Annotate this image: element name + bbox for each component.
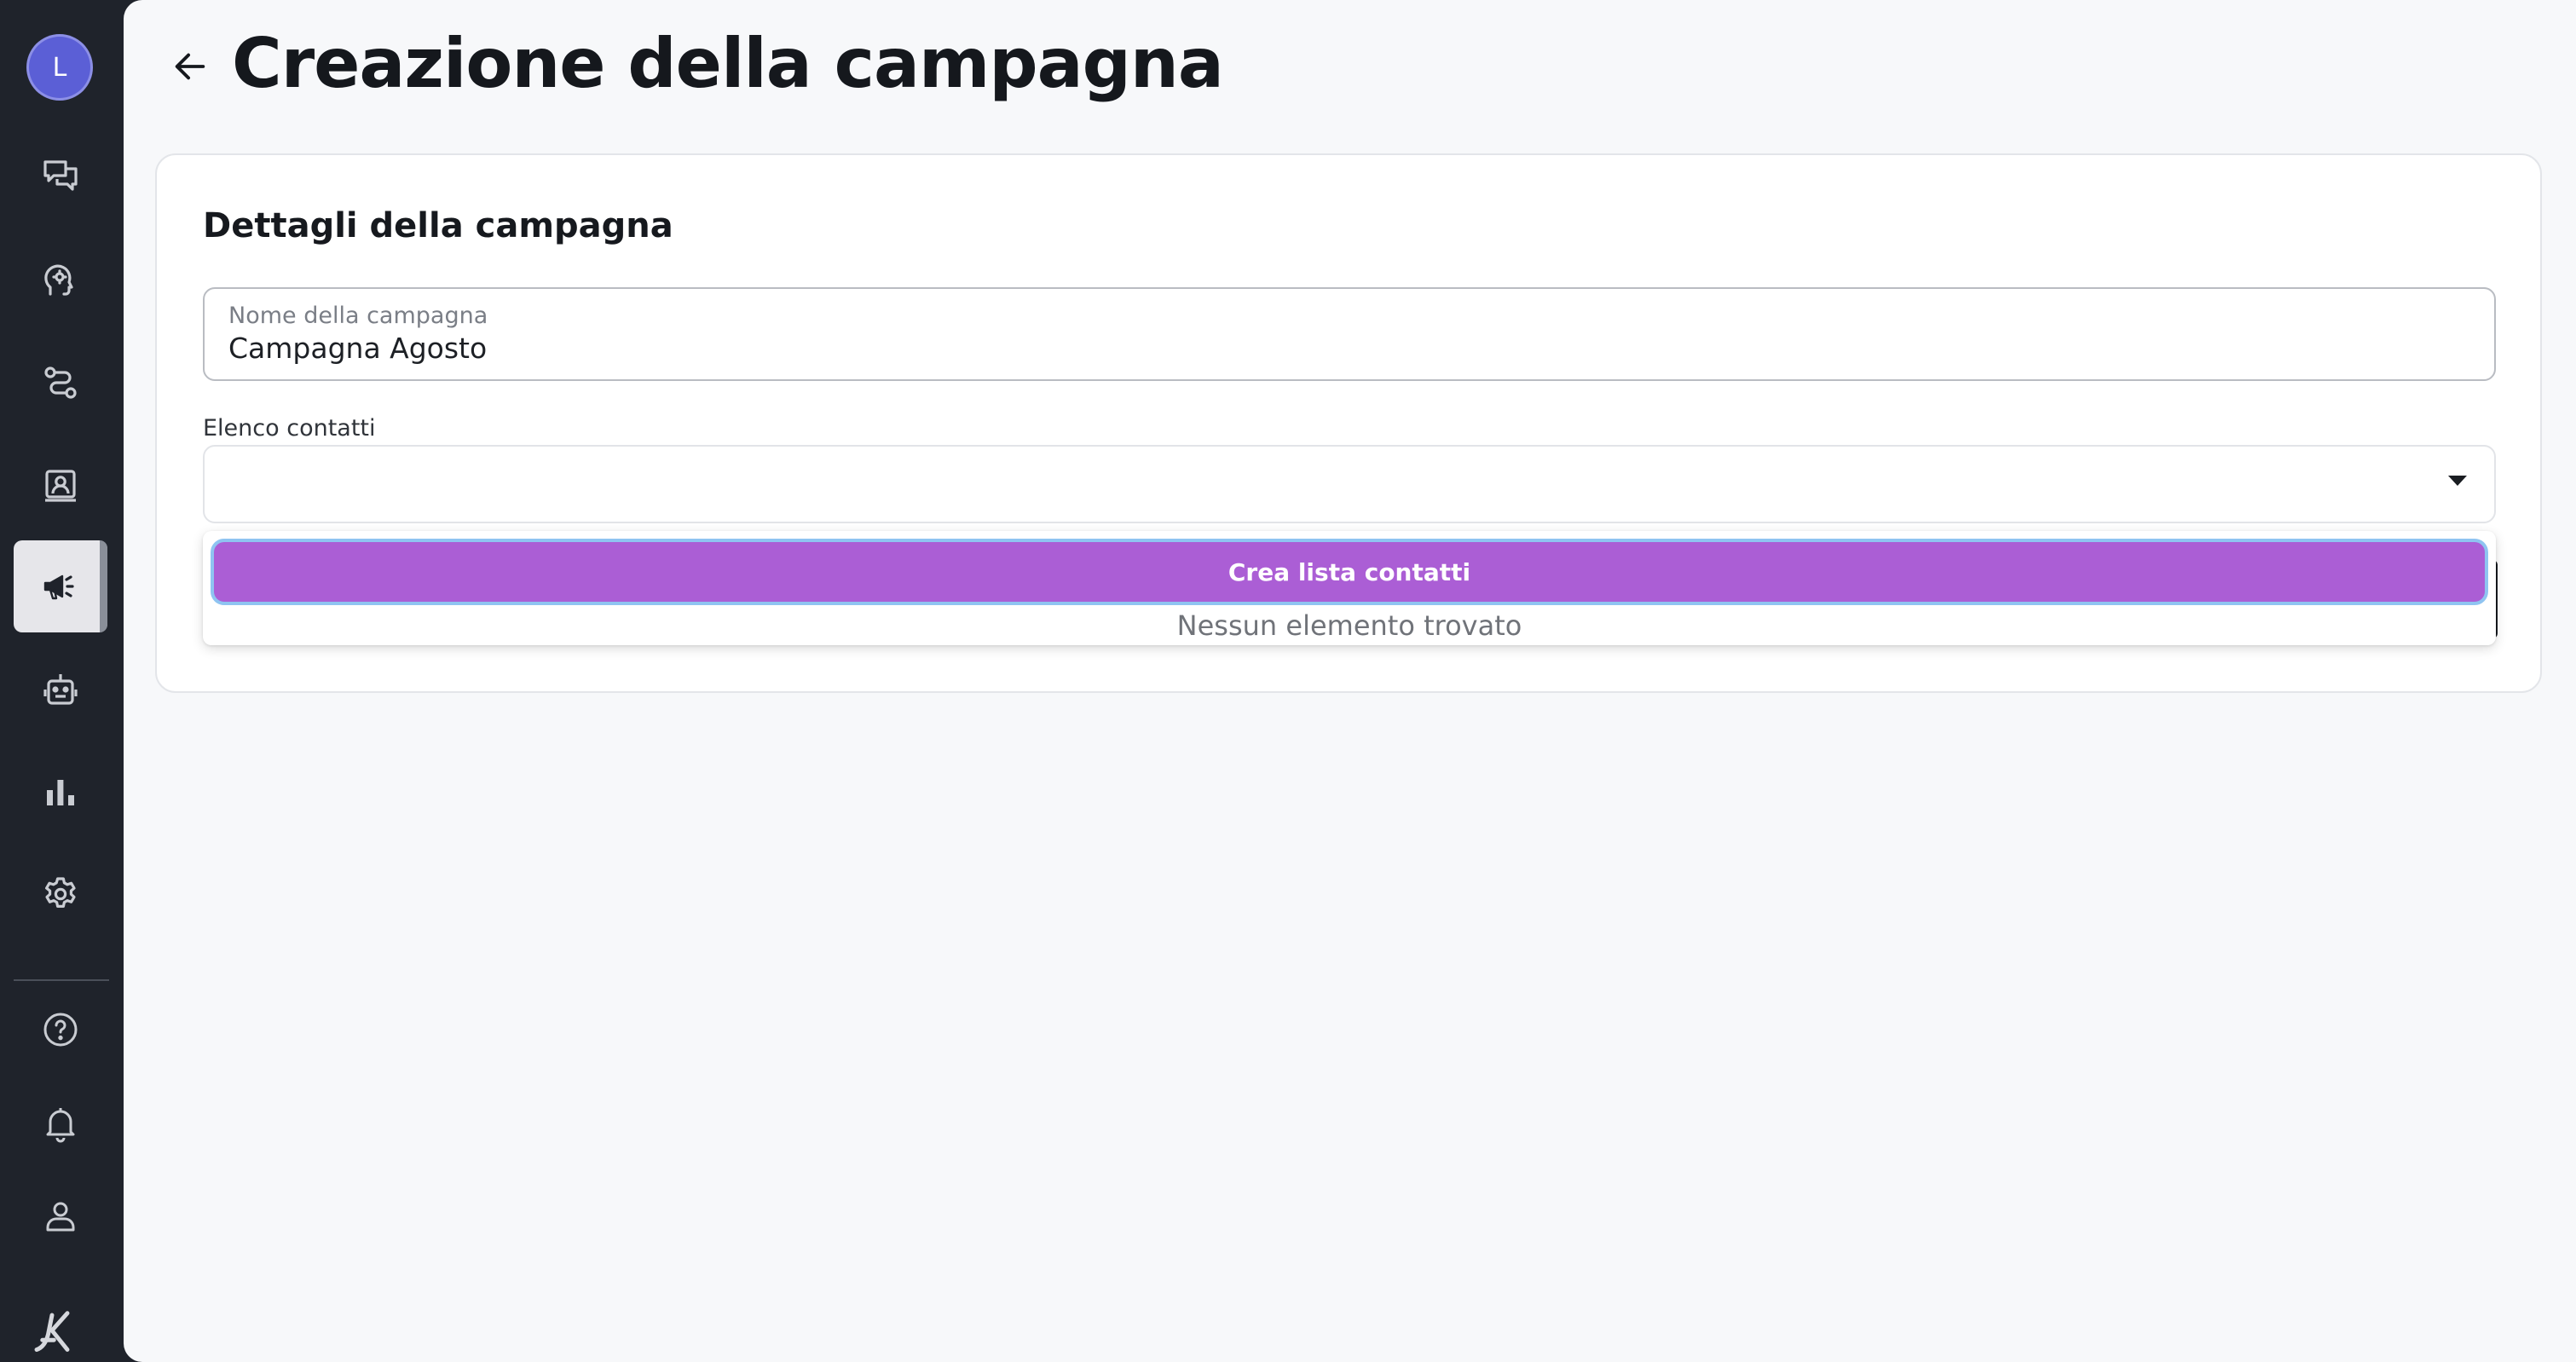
contact-list-dropdown: Crea lista contatti Nessun elemento trov… <box>203 531 2496 645</box>
back-button[interactable] <box>166 43 214 90</box>
sidebar-item-analytics[interactable] <box>14 746 107 838</box>
card-title: Dettagli della campagna <box>203 206 673 245</box>
app-window: L Creazione della campagna Dettagli dell… <box>0 0 2576 1362</box>
campaign-name-input[interactable]: Campagna Agosto <box>228 332 487 365</box>
bar-chart-icon <box>47 780 74 805</box>
sidebar-item-ai-assistant[interactable] <box>14 234 107 326</box>
sidebar-item-settings[interactable] <box>14 848 107 940</box>
no-items-message: Nessun elemento trovato <box>1176 609 1522 642</box>
campaign-name-field[interactable]: Nome della campagna Campagna Agosto <box>203 287 2496 381</box>
contact-list-label: Elenco contatti <box>203 415 376 441</box>
create-contact-list-button[interactable]: Crea lista contatti <box>211 539 2488 605</box>
page-title: Creazione della campagna <box>232 24 1224 103</box>
gear-icon <box>45 877 76 908</box>
sidebar-item-flows[interactable] <box>14 337 107 429</box>
contact-list-select[interactable] <box>203 445 2496 523</box>
avatar[interactable]: L <box>29 37 90 98</box>
user-icon <box>46 1202 75 1232</box>
sidebar-item-profile[interactable] <box>14 1170 107 1262</box>
sidebar-divider <box>14 979 109 981</box>
sidebar-item-conversations[interactable] <box>14 130 107 222</box>
contacts-card-icon <box>45 470 76 502</box>
arrow-left-icon <box>175 53 205 80</box>
sidebar-item-campaigns[interactable] <box>14 540 107 632</box>
robot-icon <box>43 674 78 705</box>
sidebar-item-bots[interactable] <box>14 643 107 736</box>
sidebar-item-contacts[interactable] <box>14 439 107 531</box>
sidebar-item-help[interactable] <box>14 984 107 1076</box>
megaphone-icon <box>43 574 74 600</box>
head-gear-icon <box>44 264 73 296</box>
campaign-details-card: Dettagli della campagna Nome della campa… <box>155 153 2542 693</box>
sidebar-item-notifications[interactable] <box>14 1077 107 1169</box>
campaign-name-label: Nome della campagna <box>228 303 488 329</box>
chat-bubbles-icon <box>43 160 78 191</box>
caret-down-icon[interactable] <box>2448 476 2467 486</box>
workflow-icon <box>44 366 77 399</box>
bell-icon <box>46 1108 75 1143</box>
brand-logo-icon <box>34 1311 70 1352</box>
main-content: Creazione della campagna Dettagli della … <box>124 0 2576 1362</box>
help-icon <box>43 1013 78 1047</box>
sidebar: L <box>0 0 124 1362</box>
